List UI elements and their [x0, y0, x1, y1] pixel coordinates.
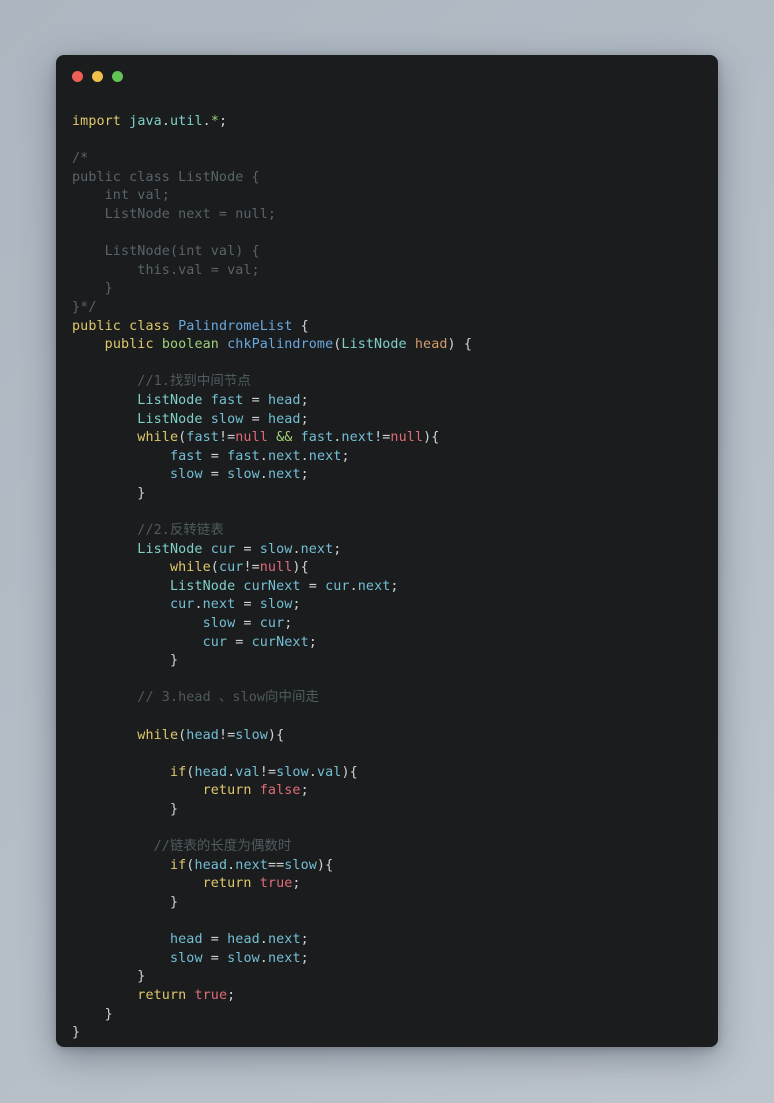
code-window: import java.util.*; /* public class List… — [56, 55, 718, 1047]
code-line: // 3.head 、slow向中间走 — [137, 690, 320, 706]
code-line: ListNode curNext = cur.next; — [169, 578, 399, 594]
code-line: ListNode cur = slow.next; — [137, 541, 342, 557]
code-line: int val; — [72, 188, 170, 204]
code-line: import java.util.*; — [72, 114, 228, 129]
maximize-button[interactable] — [112, 70, 123, 82]
code-line: public class PalindromeList { — [72, 318, 309, 334]
code-line: } — [72, 281, 113, 297]
close-button[interactable] — [72, 70, 83, 82]
window-titlebar — [56, 55, 718, 97]
code-line: //链表的长度为偶数时 — [153, 839, 292, 855]
code-line: } — [169, 653, 179, 669]
code-line: return false; — [202, 783, 309, 799]
code-line: slow = slow.next; — [169, 467, 309, 483]
code-line: } — [169, 894, 179, 910]
code-line: public class ListNode { — [72, 169, 260, 185]
code-line: //2.反转链表 — [137, 523, 224, 539]
code-line: }*/ — [72, 299, 97, 315]
code-line: while(cur!=null){ — [169, 560, 309, 576]
code-line: return true; — [202, 876, 301, 892]
minimize-button[interactable] — [92, 70, 103, 82]
code-line: cur = curNext; — [202, 634, 317, 650]
code-line: while(fast!=null && fast.next!=null){ — [137, 430, 440, 446]
code-line: ListNode(int val) { — [72, 244, 260, 260]
code-line: } — [169, 801, 179, 817]
code-line: public boolean chkPalindrome(ListNode he… — [104, 337, 473, 353]
code-line: slow = slow.next; — [169, 950, 309, 966]
code-line: } — [137, 485, 146, 501]
code-line: } — [137, 969, 146, 985]
code-line: while(head!=slow){ — [137, 727, 285, 743]
code-line: if(head.next==slow){ — [169, 857, 334, 873]
code-line: this.val = val; — [72, 262, 260, 278]
code-line: //1.找到中间节点 — [137, 374, 251, 390]
code-line: slow = cur; — [202, 616, 293, 632]
code-line: fast = fast.next.next; — [169, 448, 350, 464]
code-line: /* — [72, 151, 89, 167]
code-editor-area[interactable]: import java.util.*; /* public class List… — [56, 97, 718, 1047]
code-line: cur.next = slow; — [169, 597, 301, 613]
code-line: } — [104, 1006, 113, 1022]
code-line: head = head.next; — [169, 932, 309, 948]
code-line: ListNode fast = head; — [137, 392, 309, 408]
code-line: return true; — [137, 987, 236, 1003]
code-line: ListNode slow = head; — [137, 411, 309, 427]
code-line: if(head.val!=slow.val){ — [169, 764, 358, 780]
code-line: } — [72, 1025, 81, 1041]
code-line: ListNode next = null; — [72, 206, 277, 222]
